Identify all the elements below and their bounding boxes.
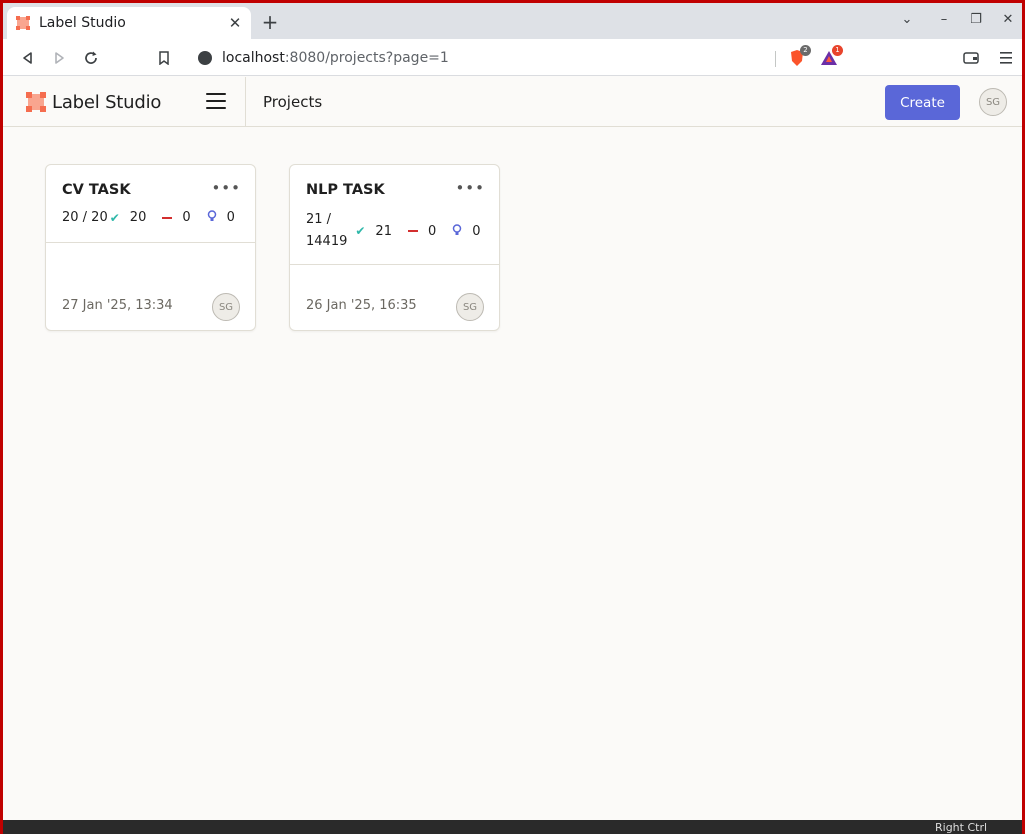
browser-window: Label Studio ✕ + ⌄ – ❐ ✕ localhost:8080/… (3, 3, 1022, 820)
toolbar-separator (775, 51, 776, 67)
url-text: localhost:8080/projects?page=1 (222, 50, 449, 66)
new-tab-icon[interactable]: + (259, 10, 281, 34)
address-bar[interactable]: localhost:8080/projects?page=1 (186, 44, 846, 72)
project-card[interactable]: NLP TASK ••• 21 / 14419 ✔ 21 0 0 26 Jan … (289, 164, 500, 331)
more-options-icon[interactable]: ••• (211, 179, 241, 197)
app-header: Label Studio Projects Create SG (3, 77, 1022, 127)
label-studio-logo-icon (26, 92, 46, 112)
project-stats: 21 / 14419 ✔ 21 0 0 (306, 209, 481, 253)
restore-icon[interactable]: ❐ (966, 12, 986, 27)
predictions-count: 0 (472, 223, 481, 239)
browser-tab[interactable]: Label Studio ✕ (7, 7, 251, 39)
tab-search-icon[interactable]: ⌄ (897, 12, 917, 27)
site-info-icon[interactable] (198, 51, 212, 65)
shields-count-badge: 2 (800, 45, 811, 56)
completed-count: 21 (375, 223, 392, 239)
skipped-count: 0 (182, 210, 191, 225)
owner-avatar: SG (212, 293, 240, 321)
label-studio-favicon-icon (16, 16, 30, 30)
brand-name: Label Studio (52, 91, 162, 113)
project-stats: 20 / 20 ✔ 20 0 0 (62, 210, 235, 225)
host-taskbar: Right Ctrl (3, 820, 1022, 834)
back-icon[interactable] (17, 47, 39, 69)
tab-strip: Label Studio ✕ + ⌄ – ❐ ✕ (3, 3, 1022, 39)
label-studio-logo[interactable]: Label Studio (25, 91, 161, 113)
close-window-icon[interactable]: ✕ (998, 12, 1018, 27)
brave-rewards-icon[interactable]: 1 (818, 45, 843, 69)
tab-title: Label Studio (39, 15, 126, 31)
bookmark-icon[interactable] (153, 47, 175, 69)
hamburger-menu-icon[interactable] (206, 93, 226, 109)
tab-close-icon[interactable]: ✕ (227, 14, 243, 32)
host-key-label: Right Ctrl (935, 821, 988, 834)
project-card[interactable]: CV TASK ••• 20 / 20 ✔ 20 0 0 27 Jan '25,… (45, 164, 256, 331)
task-progress: 20 / 20 (62, 210, 108, 225)
card-divider (46, 242, 255, 243)
rewards-count-badge: 1 (832, 45, 843, 56)
skipped-count: 0 (427, 223, 437, 239)
completed-check-icon: ✔ (109, 210, 120, 225)
minimize-icon[interactable]: – (934, 12, 954, 27)
forward-icon[interactable] (48, 47, 70, 69)
wallet-icon[interactable] (960, 47, 982, 69)
header-divider (245, 77, 246, 127)
user-avatar[interactable]: SG (979, 88, 1007, 116)
reload-icon[interactable] (80, 47, 102, 69)
brave-shields-icon[interactable]: 2 (786, 45, 811, 69)
skipped-icon (407, 230, 418, 232)
project-title: CV TASK (62, 182, 131, 198)
browser-toolbar: localhost:8080/projects?page=1 2 1 (3, 39, 1022, 76)
skipped-icon (162, 216, 173, 219)
more-options-icon[interactable]: ••• (455, 179, 485, 197)
predictions-count: 0 (226, 210, 235, 225)
project-date: 26 Jan '25, 16:35 (306, 298, 417, 313)
create-project-button[interactable]: Create (885, 85, 960, 120)
menu-icon[interactable] (995, 47, 1017, 69)
card-divider (290, 264, 499, 265)
page-title: Projects (263, 93, 323, 111)
predictions-bulb-icon (452, 223, 462, 239)
predictions-bulb-icon (207, 210, 217, 225)
project-date: 27 Jan '25, 13:34 (62, 298, 173, 313)
owner-avatar: SG (456, 293, 484, 321)
task-progress: 21 / 14419 (306, 212, 348, 249)
completed-check-icon: ✔ (355, 224, 366, 238)
project-title: NLP TASK (306, 182, 385, 198)
completed-count: 20 (129, 210, 147, 225)
